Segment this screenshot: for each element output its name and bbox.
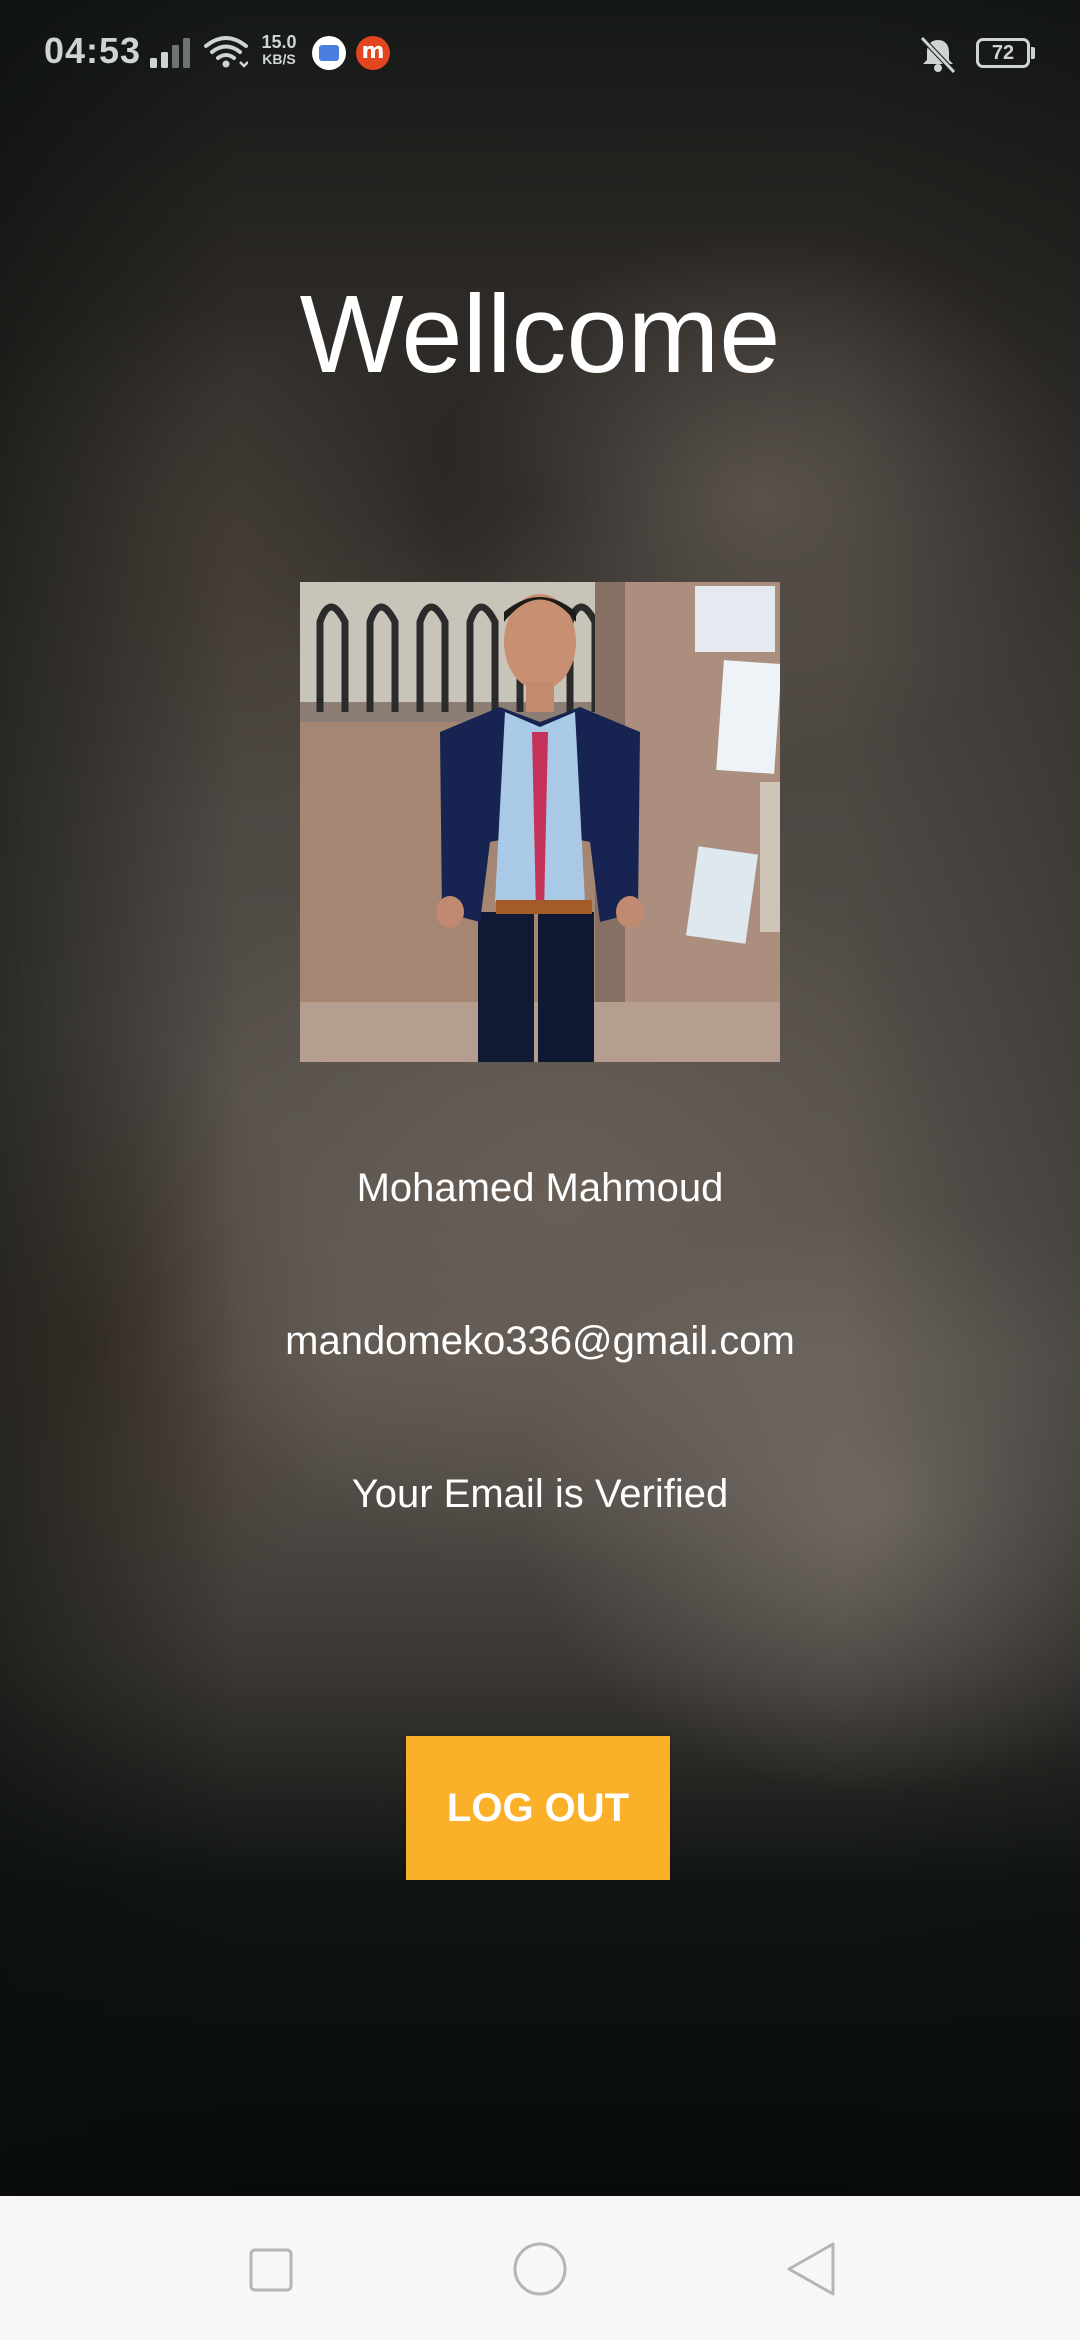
recents-button[interactable] — [235, 2236, 305, 2302]
signal-icon — [150, 38, 190, 68]
status-time: 04:53 — [44, 30, 142, 71]
wifi-icon — [204, 36, 248, 68]
profile-photo-image — [300, 582, 780, 1062]
screen: 04:53 15.0 KB/S m 72 Wellcome Mohamed Ma… — [0, 0, 1080, 2340]
back-button[interactable] — [775, 2236, 845, 2302]
network-speed-unit: KB/S — [262, 51, 296, 67]
vibrate-off-icon — [920, 36, 956, 74]
profile-photo — [300, 582, 780, 1062]
user-email: mandomeko336@gmail.com — [285, 1319, 795, 1363]
network-speed-value: 15.0 — [261, 32, 297, 52]
home-button[interactable] — [505, 2236, 575, 2302]
welcome-title: Wellcome — [299, 273, 781, 396]
status-bar: 04:53 15.0 KB/S m 72 — [0, 0, 1080, 110]
battery-icon: 72 — [976, 38, 1030, 68]
logout-button[interactable]: LOG OUT — [406, 1736, 670, 1880]
app-notification-icon — [312, 36, 346, 70]
email-verification-status: Your Email is Verified — [351, 1472, 729, 1516]
m-app-icon: m — [356, 36, 390, 70]
user-name: Mohamed Mahmoud — [356, 1166, 724, 1210]
network-speed: 15.0 KB/S — [256, 32, 302, 68]
